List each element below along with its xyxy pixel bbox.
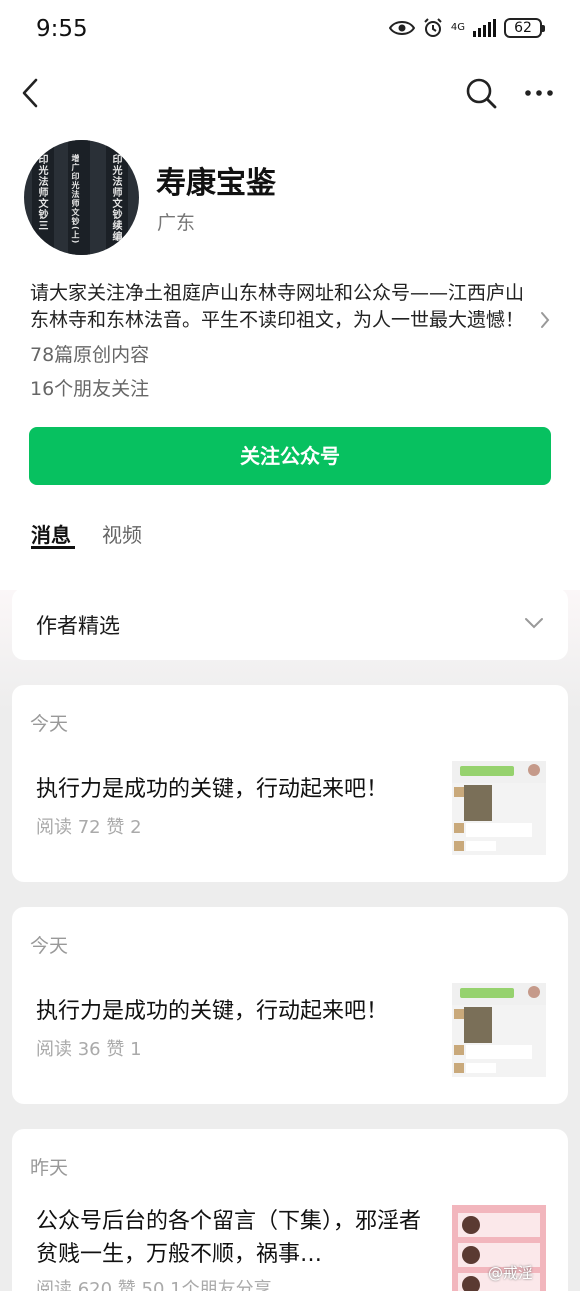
avatar-book-2: 增广印光法师文钞(上) <box>71 154 80 245</box>
follow-button[interactable]: 关注公众号 <box>29 427 551 485</box>
post-day: 昨天 <box>30 1157 69 1179</box>
post-meta: 阅读 620 赞 50 1个朋友分享 <box>36 1279 272 1291</box>
chevron-down-icon <box>525 618 543 629</box>
more-options-icon[interactable] <box>522 78 556 108</box>
eye-icon <box>388 21 415 35</box>
post-thumbnail[interactable] <box>452 761 546 855</box>
articles-count[interactable]: 78篇原创内容 <box>30 340 149 367</box>
nav-bar <box>0 70 580 116</box>
status-time: 9:55 <box>36 16 88 42</box>
account-description[interactable]: 请大家关注净土祖庭庐山东林寺网址和公众号——江西庐山东林寺和东林法音。平生不读印… <box>30 280 535 334</box>
battery-level: 62 <box>514 20 532 36</box>
network-label: 4G <box>450 22 465 33</box>
signal-icon <box>473 19 496 37</box>
post-day: 今天 <box>30 713 69 735</box>
post-thumbnail[interactable] <box>452 983 546 1077</box>
avatar-book-3: 印光法师文钞续编 <box>110 154 121 242</box>
post-card[interactable]: 今天 执行力是成功的关键，行动起来吧！ 阅读 72 赞 2 <box>12 685 568 882</box>
watermark: @戒淫 <box>488 1264 534 1282</box>
post-day: 今天 <box>30 935 69 957</box>
account-name: 寿康宝鉴 <box>156 166 276 201</box>
post-title[interactable]: 执行力是成功的关键，行动起来吧！ <box>36 995 426 1028</box>
tab-videos[interactable]: 视频 <box>102 519 142 548</box>
avatar[interactable]: 印光法师文钞三 增广印光法师文钞(上) 印光法师文钞续编 <box>24 140 139 255</box>
post-card[interactable]: 今天 执行力是成功的关键，行动起来吧！ 阅读 36 赞 1 <box>12 907 568 1104</box>
account-location: 广东 <box>157 212 196 234</box>
post-title[interactable]: 公众号后台的各个留言（下集），邪淫者贫贱一生，万般不顺，祸事… <box>36 1205 426 1271</box>
post-title[interactable]: 执行力是成功的关键，行动起来吧！ <box>36 773 426 806</box>
tab-indicator <box>31 546 75 549</box>
search-icon[interactable] <box>464 76 498 110</box>
battery-icon: 62 <box>504 18 545 38</box>
author-selection-label: 作者精选 <box>36 614 120 638</box>
chevron-right-icon[interactable] <box>538 309 552 331</box>
status-icons: 4G 62 <box>388 18 545 38</box>
post-meta: 阅读 36 赞 1 <box>36 1039 142 1060</box>
back-arrow-icon[interactable] <box>16 74 46 112</box>
tab-messages[interactable]: 消息 <box>31 519 71 548</box>
post-card[interactable]: 昨天 公众号后台的各个留言（下集），邪淫者贫贱一生，万般不顺，祸事… 阅读 62… <box>12 1129 568 1291</box>
status-bar: 9:55 4G 62 <box>0 0 580 62</box>
friends-following[interactable]: 16个朋友关注 <box>30 374 149 401</box>
avatar-book-1: 印光法师文钞三 <box>36 154 47 231</box>
author-selection-card[interactable]: 作者精选 <box>12 588 568 660</box>
alarm-icon <box>424 18 442 37</box>
post-meta: 阅读 72 赞 2 <box>36 817 142 838</box>
